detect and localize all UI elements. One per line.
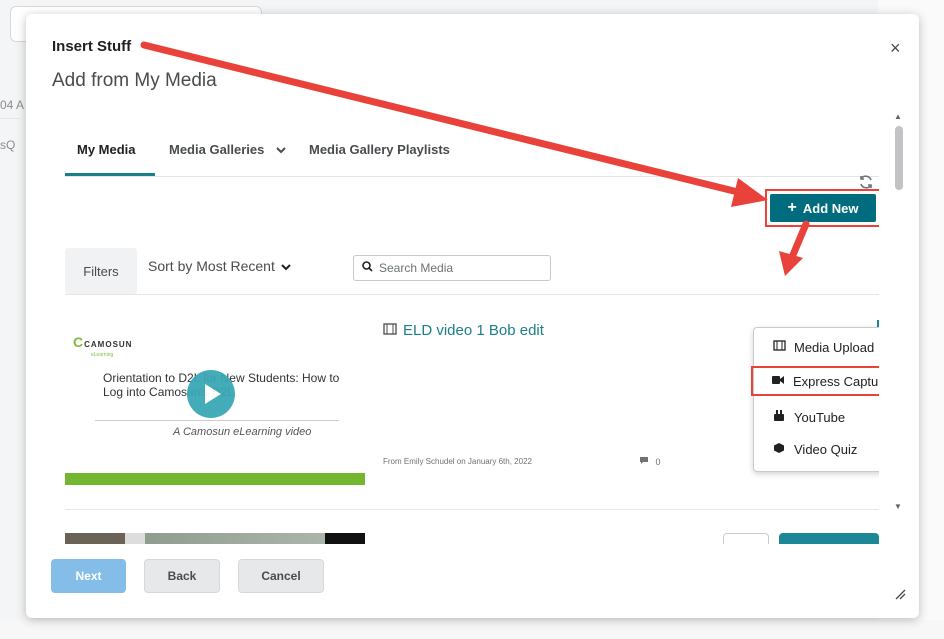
content-scrollbar[interactable]: ▲ ▼ (892, 110, 906, 544)
scroll-thumb[interactable] (895, 126, 903, 190)
comment-count: 0 (639, 456, 661, 467)
comment-icon (639, 457, 652, 467)
menu-item-label: Video Quiz (794, 441, 858, 457)
plus-icon: + (787, 199, 797, 216)
sort-label: Sort by Most Recent (148, 258, 275, 274)
chevron-down-icon (281, 258, 291, 274)
play-icon (205, 384, 221, 404)
insert-stuff-dialog: Insert Stuff Add from My Media × My Medi… (26, 14, 919, 618)
search-icon (362, 261, 373, 275)
tab-media-galleries[interactable]: Media Galleries (169, 142, 286, 157)
media-thumbnail[interactable] (65, 533, 365, 544)
close-icon: × (890, 38, 901, 58)
media-title: ELD video 1 Bob edit (403, 322, 544, 339)
close-button[interactable]: × (890, 38, 901, 59)
chevron-down-icon (276, 142, 286, 157)
video-camera-icon (771, 374, 785, 388)
thumbnail-bar (65, 473, 365, 485)
cancel-button[interactable]: Cancel (238, 559, 324, 593)
media-action-button[interactable] (779, 533, 879, 544)
add-new-highlight: + Add New (765, 189, 879, 227)
search-input[interactable]: Search Media (353, 255, 551, 281)
play-button[interactable] (187, 370, 235, 418)
media-meta: From Emily Schudel on January 6th, 2022 (383, 457, 532, 466)
background-divider (0, 118, 20, 119)
add-new-menu: Media Upload Express Capture YouTube Vid… (751, 327, 879, 472)
media-title-link[interactable]: ELD video 1 Bob edit (383, 322, 544, 339)
tab-label: Media Galleries (169, 142, 265, 157)
add-new-button[interactable]: + Add New (770, 194, 876, 222)
background-text: 04 A (0, 98, 25, 112)
youtube-icon (772, 409, 786, 425)
list-divider (65, 294, 879, 295)
list-divider (65, 509, 879, 510)
cube-icon (772, 442, 786, 457)
film-icon (772, 340, 786, 354)
menu-item-media-upload[interactable]: Media Upload (754, 332, 879, 362)
logo-subtitle: eLearning (91, 352, 114, 358)
thumbnail-rule (95, 420, 339, 421)
media-content: My Media Media Galleries Media Gallery P… (65, 112, 879, 544)
media-action-button[interactable] (723, 533, 769, 544)
tab-media-gallery-playlists[interactable]: Media Gallery Playlists (309, 142, 450, 157)
menu-item-video-quiz[interactable]: Video Quiz (754, 434, 879, 464)
filters-button[interactable]: Filters (65, 248, 137, 294)
add-new-label: Add New (802, 200, 859, 216)
resize-handle-icon[interactable] (894, 588, 906, 603)
dialog-subtitle: Add from My Media (52, 70, 217, 91)
back-button[interactable]: Back (144, 559, 220, 593)
scroll-down-arrow-icon[interactable]: ▼ (894, 502, 902, 511)
media-tabs: My Media Media Galleries Media Gallery P… (65, 142, 879, 189)
active-tab-indicator (65, 173, 155, 176)
menu-item-label: YouTube (794, 409, 846, 425)
menu-item-label: Express Capture (793, 373, 879, 389)
next-button[interactable]: Next (51, 559, 126, 593)
background-text: sQ (0, 138, 16, 152)
media-thumbnail[interactable]: CCAMOSUN eLearning Orientation to D2L fo… (65, 310, 365, 488)
menu-item-youtube[interactable]: YouTube (754, 402, 879, 432)
film-icon (383, 322, 397, 339)
menu-item-express-capture[interactable]: Express Capture (751, 366, 879, 396)
scroll-up-arrow-icon[interactable]: ▲ (894, 112, 902, 121)
tab-my-media[interactable]: My Media (77, 142, 136, 157)
background-footer (0, 620, 944, 639)
sort-dropdown[interactable]: Sort by Most Recent (148, 258, 291, 274)
menu-item-label: Media Upload (794, 339, 875, 355)
thumbnail-caption: A Camosun eLearning video (173, 426, 312, 438)
search-placeholder: Search Media (379, 261, 454, 275)
dialog-title: Insert Stuff (52, 38, 132, 55)
camosun-logo: CCAMOSUN (73, 334, 133, 350)
